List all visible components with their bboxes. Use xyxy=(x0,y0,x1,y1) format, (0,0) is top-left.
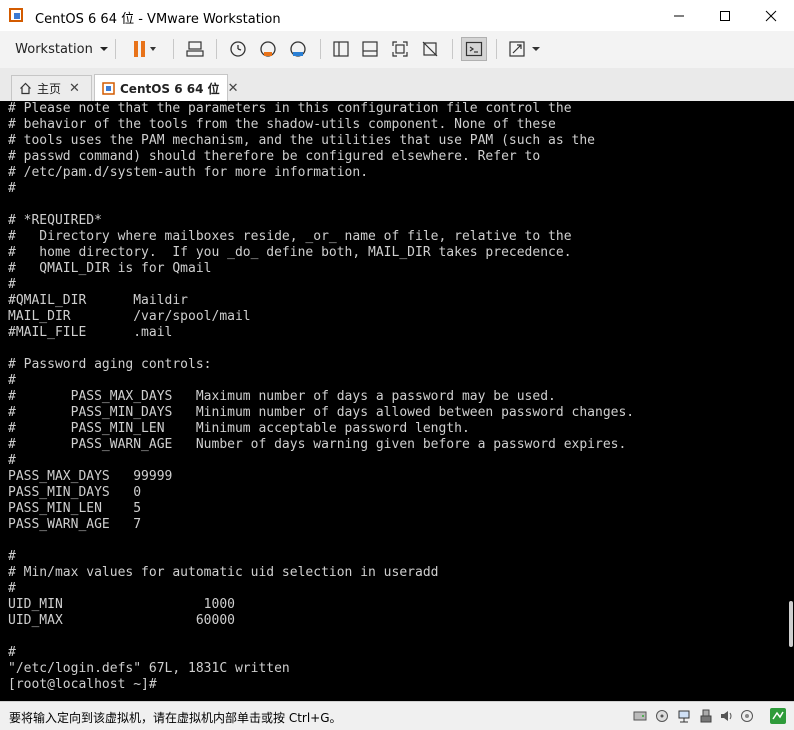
snapshot-clock-icon xyxy=(230,41,246,57)
tab-close-icon[interactable]: ✕ xyxy=(228,81,239,96)
full-screen-icon xyxy=(392,41,408,57)
send-ctrl-alt-del-button[interactable] xyxy=(182,37,208,61)
status-message: 要将输入定向到该虚拟机，请在虚拟机内部单击或按 Ctrl+G。 xyxy=(9,711,342,725)
terminal-line: #QMAIL_DIR Maildir xyxy=(8,293,189,308)
terminal-line: # xyxy=(8,181,16,196)
unity-icon xyxy=(422,41,438,57)
vm-console[interactable]: # Please note that the parameters in thi… xyxy=(0,101,794,701)
vm-icon xyxy=(102,81,115,95)
terminal-line: # behavior of the tools from the shadow-… xyxy=(8,117,556,132)
terminal-line: PASS_MIN_DAYS 0 xyxy=(8,485,142,500)
hard-disk-icon[interactable] xyxy=(632,708,648,724)
terminal-line: [root@localhost ~]# xyxy=(8,677,157,692)
toolbar-divider xyxy=(115,39,116,59)
snapshot-manager-icon xyxy=(290,41,306,57)
terminal-line: # tools uses the PAM mechanism, and the … xyxy=(8,133,595,148)
terminal-line: #MAIL_FILE .mail xyxy=(8,325,173,340)
suspend-button[interactable] xyxy=(124,37,164,61)
terminal-line: # xyxy=(8,373,16,388)
close-icon xyxy=(765,10,777,21)
thumbnail-bar-button[interactable] xyxy=(358,37,382,61)
terminal-line: # QMAIL_DIR is for Qmail xyxy=(8,261,212,276)
revert-snapshot-button[interactable] xyxy=(255,37,281,61)
terminal-line: # PASS_MIN_LEN Minimum acceptable passwo… xyxy=(8,421,470,436)
terminal-output: # Please note that the parameters in thi… xyxy=(8,101,634,693)
maximize-icon xyxy=(720,10,730,21)
cd-drive-icon[interactable] xyxy=(654,708,670,724)
terminal-line: "/etc/login.defs" 67L, 1831C written xyxy=(8,661,290,676)
toolbar-divider xyxy=(452,39,453,59)
workstation-menu-button[interactable]: Workstation xyxy=(14,37,110,61)
terminal-line: # Directory where mailboxes reside, _or_… xyxy=(8,229,572,244)
show-library-button[interactable] xyxy=(329,37,353,61)
snapshot-button[interactable] xyxy=(225,37,251,61)
terminal-line: PASS_MAX_DAYS 99999 xyxy=(8,469,173,484)
terminal-line: # xyxy=(8,277,16,292)
console-view-button[interactable] xyxy=(461,37,487,61)
console-icon xyxy=(465,41,483,57)
terminal-line: # *REQUIRED* xyxy=(8,213,102,228)
tab-home[interactable]: 主页 ✕ xyxy=(11,75,92,101)
home-icon xyxy=(19,82,32,95)
network-adapter-icon[interactable] xyxy=(676,708,692,724)
display-icon[interactable] xyxy=(739,708,755,724)
tab-centos-vm-label: CentOS 6 64 位 xyxy=(120,81,220,96)
chevron-down-icon xyxy=(99,47,108,51)
toolbar-divider xyxy=(496,39,497,59)
terminal-line: # home directory. If you _do_ define bot… xyxy=(8,245,572,260)
status-bar: 要将输入定向到该虚拟机，请在虚拟机内部单击或按 Ctrl+G。 xyxy=(0,701,794,730)
terminal-line: PASS_MIN_LEN 5 xyxy=(8,501,142,516)
terminal-line: # PASS_WARN_AGE Number of days warning g… xyxy=(8,437,627,452)
terminal-line: # Min/max values for automatic uid selec… xyxy=(8,565,439,580)
terminal-line: # passwd command) should therefore be co… xyxy=(8,149,541,164)
minimize-icon xyxy=(674,15,684,16)
terminal-line: # Please note that the parameters in thi… xyxy=(8,101,572,116)
usb-device-icon[interactable] xyxy=(698,708,714,724)
close-button[interactable] xyxy=(748,0,794,31)
title-bar: CentOS 6 64 位 - VMware Workstation xyxy=(0,0,794,31)
revert-snapshot-icon xyxy=(260,41,276,57)
keyboard-send-icon xyxy=(186,41,204,57)
terminal-line: # PASS_MAX_DAYS Maximum number of days a… xyxy=(8,389,556,404)
sound-card-icon[interactable] xyxy=(718,708,734,724)
vmware-logo-icon xyxy=(9,8,23,22)
terminal-line: UID_MAX 60000 xyxy=(8,613,235,628)
snapshot-manager-button[interactable] xyxy=(285,37,311,61)
terminal-line: # /etc/pam.d/system-auth for more inform… xyxy=(8,165,369,180)
terminal-line: MAIL_DIR /var/spool/mail xyxy=(8,309,251,324)
tab-close-icon[interactable]: ✕ xyxy=(69,81,80,96)
full-screen-button[interactable] xyxy=(388,37,412,61)
toolbar: Workstation xyxy=(0,31,794,68)
terminal-line: # xyxy=(8,581,16,596)
terminal-line: # xyxy=(8,645,16,660)
stretch-mode-button[interactable] xyxy=(505,37,545,61)
pause-icon xyxy=(134,41,156,57)
toolbar-divider xyxy=(320,39,321,59)
sidebar-layout-icon xyxy=(333,41,349,57)
tab-centos-vm[interactable]: CentOS 6 64 位 ✕ xyxy=(94,74,239,101)
terminal-line: # Password aging controls: xyxy=(8,357,212,372)
terminal-line: # xyxy=(8,549,16,564)
window-title: CentOS 6 64 位 - VMware Workstation xyxy=(35,12,281,27)
maximize-button[interactable] xyxy=(702,0,748,31)
terminal-line: PASS_WARN_AGE 7 xyxy=(8,517,142,532)
stretch-icon xyxy=(509,41,540,57)
unity-button[interactable] xyxy=(418,37,442,61)
tab-bar: 主页 ✕ CentOS 6 64 位 ✕ xyxy=(0,68,794,101)
terminal-line: # xyxy=(8,453,16,468)
minimize-button[interactable] xyxy=(656,0,702,31)
toolbar-divider xyxy=(216,39,217,59)
console-scrollbar[interactable] xyxy=(789,601,793,647)
thumbnail-layout-icon xyxy=(362,41,378,57)
toolbar-divider xyxy=(173,39,174,59)
workstation-menu-label: Workstation xyxy=(15,41,93,57)
message-log-icon[interactable] xyxy=(770,708,786,724)
terminal-line: # PASS_MIN_DAYS Minimum number of days a… xyxy=(8,405,635,420)
terminal-line: UID_MIN 1000 xyxy=(8,597,235,612)
tab-home-label: 主页 xyxy=(37,82,62,96)
